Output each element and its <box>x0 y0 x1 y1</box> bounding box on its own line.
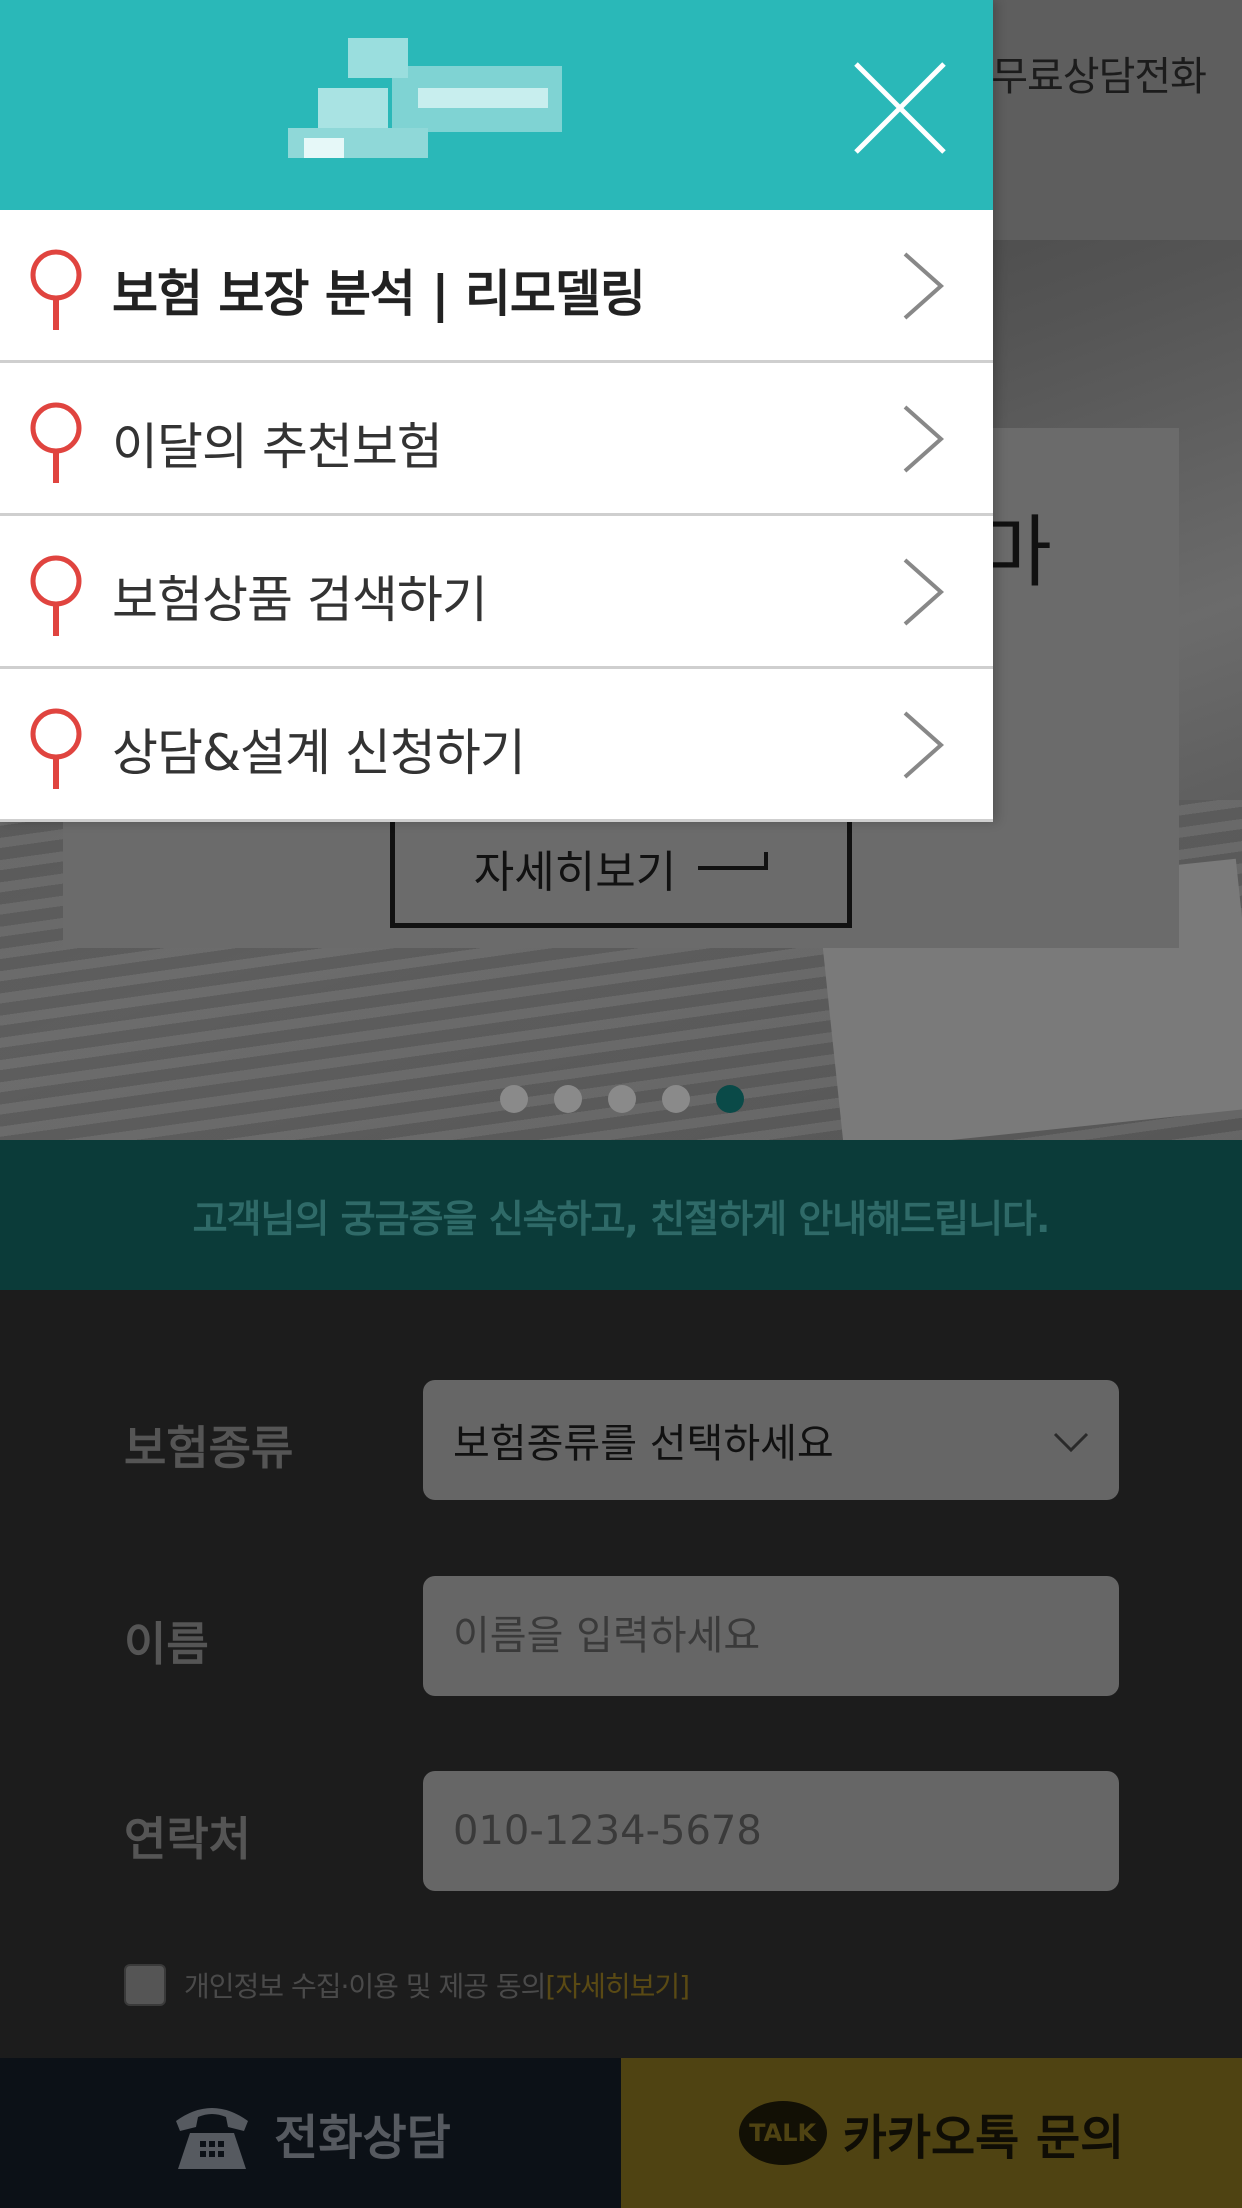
pin-icon <box>30 402 82 483</box>
kakao-inquiry-button[interactable]: TALK 카카오톡 문의 <box>621 2058 1242 2208</box>
notice-text: 고객님의 궁금증을 신속하고, 친절하게 안내해드립니다. <box>192 1196 1051 1241</box>
insurance-type-select[interactable]: 보험종류를 선택하세요 <box>423 1380 1119 1500</box>
side-menu-drawer: 보험 보장 분석 | 리모델링 이달의 추천보험 보험상품 검색하기 상담&설계… <box>0 0 993 822</box>
menu-item-coverage-analysis[interactable]: 보험 보장 분석 | 리모델링 <box>0 210 993 363</box>
consent-row: 개인정보 수집·이용 및 제공 동의 [자세히보기] <box>124 1964 690 2006</box>
pin-icon <box>30 249 82 330</box>
detail-button-label: 자세히보기 <box>473 847 677 898</box>
chevron-right-icon <box>903 711 945 779</box>
close-icon[interactable] <box>850 58 950 158</box>
name-label: 이름 <box>124 1617 209 1671</box>
telephone-icon <box>176 2108 249 2169</box>
detail-button[interactable]: 자세히보기 <box>390 808 852 928</box>
slide-dot[interactable] <box>662 1085 690 1113</box>
chevron-right-icon <box>903 405 945 473</box>
arrow-right-icon <box>698 852 769 870</box>
consult-form: 보험종류 보험종류를 선택하세요 이름 연락처 개인정보 수집·이용 및 제공 … <box>0 1290 1242 2058</box>
name-input[interactable] <box>423 1576 1119 1696</box>
phone-consult-label: 전화상담 <box>274 2110 451 2166</box>
insurance-type-label: 보험종류 <box>124 1421 294 1475</box>
drawer-menu: 보험 보장 분석 | 리모델링 이달의 추천보험 보험상품 검색하기 상담&설계… <box>0 210 993 822</box>
consent-checkbox[interactable] <box>124 1964 166 2006</box>
consent-text: 개인정보 수집·이용 및 제공 동의 <box>184 1970 546 2003</box>
menu-item-monthly-recommend[interactable]: 이달의 추천보험 <box>0 363 993 516</box>
slide-dot[interactable] <box>608 1085 636 1113</box>
insurance-type-value: 보험종류를 선택하세요 <box>453 1421 834 1467</box>
free-call-link[interactable]: 무료상담전화 <box>991 44 1207 102</box>
insurance-type-row: 보험종류 보험종류를 선택하세요 <box>0 1380 1242 1500</box>
phone-label: 연락처 <box>124 1812 251 1866</box>
pin-icon <box>30 555 82 636</box>
menu-item-label: 보험상품 검색하기 <box>112 571 488 629</box>
menu-item-label: 이달의 추천보험 <box>112 418 443 476</box>
menu-item-product-search[interactable]: 보험상품 검색하기 <box>0 516 993 669</box>
phone-row: 연락처 <box>0 1771 1242 1891</box>
phone-consult-button[interactable]: 전화상담 <box>0 2058 621 2208</box>
slide-dot[interactable] <box>500 1085 528 1113</box>
logo-image <box>288 38 562 158</box>
consent-detail-link[interactable]: [자세히보기] <box>545 1965 690 2005</box>
slide-indicator <box>500 1085 744 1113</box>
menu-item-label: 보험 보장 분석 | 리모델링 <box>112 265 646 323</box>
kakao-talk-icon: TALK <box>738 2101 827 2165</box>
chevron-down-icon <box>1053 1432 1089 1453</box>
slide-dot-active[interactable] <box>716 1085 744 1113</box>
kakao-inquiry-label: 카카오톡 문의 <box>842 2110 1125 2166</box>
chevron-right-icon <box>903 252 945 320</box>
drawer-header <box>0 0 993 210</box>
name-row: 이름 <box>0 1576 1242 1696</box>
menu-item-consult-request[interactable]: 상담&설계 신청하기 <box>0 669 993 822</box>
menu-item-label: 상담&설계 신청하기 <box>112 724 526 782</box>
slide-dot[interactable] <box>554 1085 582 1113</box>
notice-bar: 고객님의 궁금증을 신속하고, 친절하게 안내해드립니다. <box>0 1140 1242 1290</box>
pin-icon <box>30 708 82 789</box>
phone-input[interactable] <box>423 1771 1119 1891</box>
bottom-action-bar: 전화상담 TALK 카카오톡 문의 <box>0 2058 1242 2208</box>
chevron-right-icon <box>903 558 945 626</box>
